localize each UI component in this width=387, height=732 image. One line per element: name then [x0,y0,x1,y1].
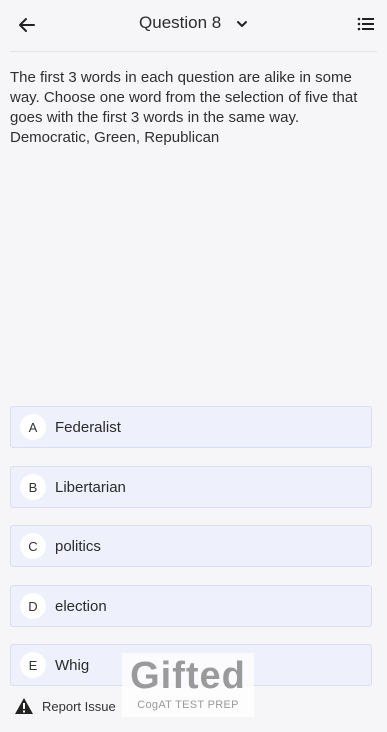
option-label: Libertarian [55,478,126,496]
watermark-logo: Gifted CogAT TEST PREP [122,653,254,717]
option-c[interactable]: C politics [10,525,372,567]
option-letter: C [20,533,46,559]
option-letter: A [20,414,46,440]
divider [10,51,377,52]
warning-icon [15,698,33,714]
option-letter: B [20,474,46,500]
logo-brand: Gifted [130,655,246,697]
top-bar: Question 8 [0,0,387,50]
report-issue-label: Report Issue [42,698,116,714]
chevron-down-icon [236,20,247,27]
option-label: election [55,597,107,615]
option-label: Federalist [55,418,121,436]
question-selector[interactable]: Question 8 [0,13,387,33]
page-title: Question 8 [139,13,222,32]
logo-tagline: CogAT TEST PREP [137,699,239,711]
report-issue-button[interactable]: Report Issue [14,697,116,715]
question-words: Democratic, Green, Republican [10,129,220,146]
option-letter: D [20,593,46,619]
option-d[interactable]: D election [10,585,372,627]
question-instructions: The first 3 words in each question are a… [10,69,358,126]
option-letter: E [20,652,46,678]
question-text: The first 3 words in each question are a… [10,68,377,148]
list-icon[interactable] [357,16,375,32]
option-label: Whig [55,656,90,674]
option-a[interactable]: A Federalist [10,406,372,448]
option-label: politics [55,537,101,555]
option-b[interactable]: B Libertarian [10,466,372,508]
